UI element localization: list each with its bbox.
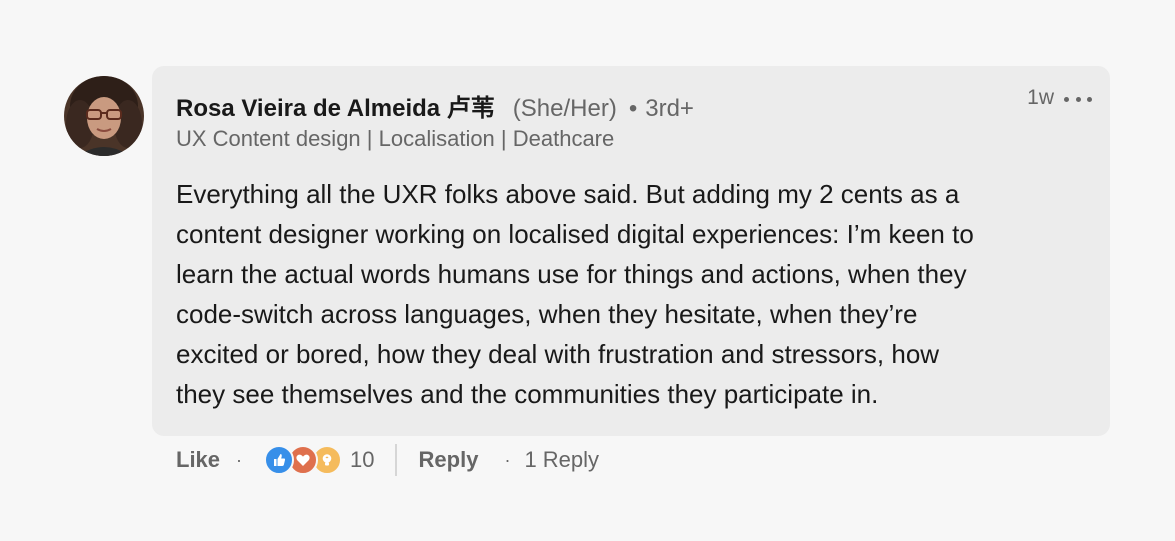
reply-count-link[interactable]: 1 Reply — [524, 447, 599, 473]
comment-text: Everything all the UXR folks above said.… — [176, 179, 974, 409]
like-button[interactable]: Like — [176, 447, 220, 473]
like-icon — [264, 445, 295, 475]
timestamp: 1w — [1027, 86, 1054, 109]
author-headline: UX Content design | Localisation | Death… — [176, 126, 615, 151]
separator-dot: · — [236, 449, 243, 470]
avatar[interactable] — [64, 76, 144, 156]
separator-dot: · — [504, 449, 511, 470]
author-pronouns: (She/Her) — [512, 95, 617, 122]
divider — [394, 444, 397, 476]
author-name[interactable]: Rosa Vieira de Almeida 卢苇 — [176, 88, 495, 123]
author-row: Rosa Vieira de Almeida 卢苇 (She/Her) • 3r… — [176, 88, 694, 123]
reaction-count[interactable]: 10 — [350, 447, 374, 473]
connection-degree: 3rd+ — [645, 95, 694, 122]
reactions-summary[interactable] — [264, 445, 343, 475]
separator-dot: • — [628, 95, 638, 122]
reply-button[interactable]: Reply — [419, 447, 479, 473]
comment-actions: Like · 10 Reply · 1 Reply — [176, 440, 599, 480]
comment-bubble: Rosa Vieira de Almeida 卢苇 (She/Her) • 3r… — [152, 66, 1110, 436]
ellipsis-icon[interactable] — [1064, 92, 1092, 106]
profile-photo — [64, 76, 144, 156]
